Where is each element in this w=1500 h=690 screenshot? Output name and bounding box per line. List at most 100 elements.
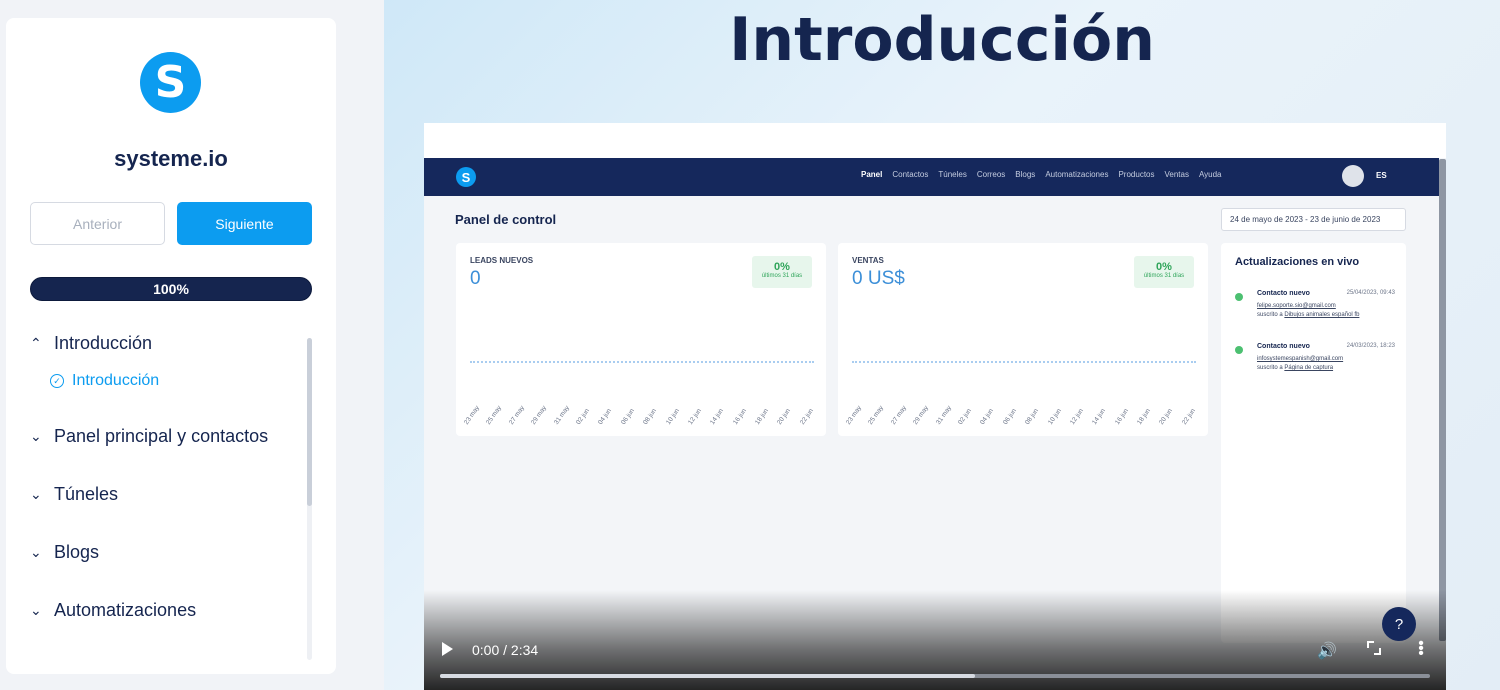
- section-label: Panel principal y contactos: [54, 426, 269, 446]
- tick-label: 06 jun: [619, 407, 636, 427]
- sub-link: Página de captura: [1284, 365, 1334, 371]
- video-panel-title: Panel de control: [455, 212, 557, 227]
- tick-label: 18 jun: [1136, 407, 1153, 427]
- tick-label: 22 jun: [1180, 407, 1197, 427]
- section-blogs[interactable]: ⌄ Blogs: [30, 542, 300, 563]
- next-button[interactable]: Siguiente: [177, 202, 312, 245]
- video-menu-item: Túneles: [938, 170, 967, 179]
- live-item-title: Contacto nuevo: [1257, 343, 1310, 350]
- card-pct-badge: 0% últimos 31 días: [1134, 256, 1194, 288]
- section-introduccion[interactable]: ⌃ Introducción: [30, 333, 300, 354]
- live-item-title: Contacto nuevo: [1257, 290, 1310, 297]
- lesson-label: Introducción: [72, 372, 160, 389]
- tick-label: 14 jun: [1091, 407, 1108, 427]
- fullscreen-icon[interactable]: [1367, 641, 1381, 655]
- section-label: Túneles: [54, 484, 119, 504]
- chevron-down-icon: ⌄: [30, 602, 42, 618]
- video-menu-item: Ayuda: [1198, 170, 1222, 179]
- card-axis-ticks: 23 may 25 may 27 may 29 may 31 may 02 jun 04 j…: [844, 405, 1198, 426]
- tick-label: 25 may: [867, 404, 886, 427]
- tick-label: 08 jun: [642, 407, 659, 427]
- section-panel-principal[interactable]: ⌄ Panel principal y contactos: [30, 426, 300, 447]
- card-pct-badge: 0% últimos 31 días: [752, 256, 812, 288]
- tick-label: 02 jun: [575, 407, 591, 427]
- section-label: Introducción: [54, 333, 153, 353]
- course-nav: ⌃ Introducción ✓ Introducción ⌄ Panel pr…: [30, 333, 300, 621]
- person-icon: [1235, 293, 1243, 301]
- live-title: Actualizaciones en vivo: [1235, 256, 1360, 268]
- section-label: Automatizaciones: [54, 600, 197, 620]
- previous-button[interactable]: Anterior: [30, 202, 165, 245]
- video-menu-item: Blogs: [1015, 170, 1036, 179]
- chevron-down-icon: ⌄: [30, 486, 42, 502]
- person-icon: [1235, 346, 1243, 354]
- section-automatizaciones[interactable]: ⌄ Automatizaciones: [30, 600, 300, 621]
- video-lang: ES: [1376, 171, 1387, 180]
- card-label: LEADS NUEVOS: [470, 256, 534, 265]
- card-value: 0: [470, 268, 481, 289]
- tick-label: 10 jun: [1046, 407, 1063, 427]
- play-icon[interactable]: [442, 642, 453, 656]
- tick-label: 23 may: [845, 404, 864, 427]
- video-avatar: [1342, 165, 1364, 187]
- sub-prefix: suscrito a: [1257, 365, 1283, 371]
- live-item-date: 24/03/2023, 18:23: [1346, 343, 1395, 349]
- video-inner-scrollbar: [1439, 159, 1446, 641]
- tick-label: 27 may: [507, 404, 526, 427]
- video-card-leads: LEADS NUEVOS 0 0% últimos 31 días 23 may 2…: [456, 243, 826, 436]
- brand-name: systeme.io: [114, 146, 228, 171]
- sub-prefix: suscrito a: [1257, 312, 1283, 318]
- video-app-menu: Panel Contactos Túneles Correos Blogs Au…: [861, 170, 1222, 179]
- tick-label: 14 jun: [709, 407, 726, 427]
- lesson-introduccion[interactable]: ✓ Introducción: [50, 372, 300, 390]
- pct-value: 0%: [774, 261, 790, 273]
- card-label: VENTAS: [852, 256, 884, 265]
- card-axis-ticks: 23 may 25 may 27 may 29 may 31 may 02 jun 04 j…: [462, 405, 816, 426]
- video-app-logo: S: [456, 167, 476, 187]
- sidebar-scrollbar-thumb[interactable]: [307, 338, 312, 506]
- tick-label: 12 jun: [686, 407, 703, 427]
- progress-label: 100%: [153, 281, 189, 297]
- video-menu-item: Contactos: [892, 170, 929, 179]
- video-menu-item: Productos: [1118, 170, 1155, 179]
- video-date-range: 24 de mayo de 2023 - 23 de junio de 2023: [1221, 208, 1406, 231]
- chevron-up-icon: ⌃: [30, 335, 42, 351]
- page-title: Introducción: [729, 5, 1155, 75]
- tick-label: 04 jun: [597, 407, 614, 427]
- tick-label: 18 jun: [754, 407, 771, 427]
- lesson-content: Introducción S Panel Contactos Túneles C…: [384, 0, 1500, 690]
- tick-label: 22 jun: [798, 407, 815, 427]
- video-menu-item: Ventas: [1164, 170, 1189, 179]
- video-menu-item: Automatizaciones: [1045, 170, 1109, 179]
- card-value: 0 US$: [852, 268, 905, 289]
- tick-label: 27 may: [889, 404, 908, 427]
- tick-label: 31 may: [934, 404, 953, 427]
- tick-label: 12 jun: [1068, 407, 1085, 427]
- live-item-sub: suscrito a Página de captura: [1257, 365, 1333, 371]
- video-seek-progress[interactable]: [440, 674, 975, 678]
- live-item-sub: suscrito a Dibujos animales español fb: [1257, 312, 1359, 318]
- live-item-date: 25/04/2023, 09:43: [1346, 290, 1395, 296]
- section-tuneles[interactable]: ⌄ Túneles: [30, 484, 300, 505]
- tick-label: 02 jun: [957, 407, 973, 427]
- video-menu-item: Correos: [976, 170, 1006, 179]
- video-app-navbar: S Panel Contactos Túneles Correos Blogs …: [424, 158, 1439, 196]
- pct-value: 0%: [1156, 261, 1172, 273]
- video-card-ventas: VENTAS 0 US$ 0% últimos 31 días 23 may 25 …: [838, 243, 1208, 436]
- tick-label: 31 may: [552, 404, 571, 427]
- tick-label: 20 jun: [1158, 407, 1175, 427]
- video-player[interactable]: S Panel Contactos Túneles Correos Blogs …: [424, 123, 1446, 690]
- more-options-icon[interactable]: • • •: [1418, 636, 1424, 662]
- video-top-band: [424, 123, 1446, 158]
- chevron-down-icon: ⌄: [30, 544, 42, 560]
- volume-icon[interactable]: 🔊: [1317, 641, 1337, 661]
- help-button[interactable]: ?: [1382, 607, 1416, 641]
- tick-label: 04 jun: [979, 407, 996, 427]
- tick-label: 08 jun: [1024, 407, 1041, 427]
- tick-label: 29 may: [912, 404, 931, 427]
- tick-label: 16 jun: [731, 407, 748, 427]
- systeme-logo: S: [140, 52, 201, 113]
- chevron-down-icon: ⌄: [30, 428, 42, 444]
- section-label: Blogs: [54, 542, 100, 562]
- check-circle-icon: ✓: [50, 374, 64, 388]
